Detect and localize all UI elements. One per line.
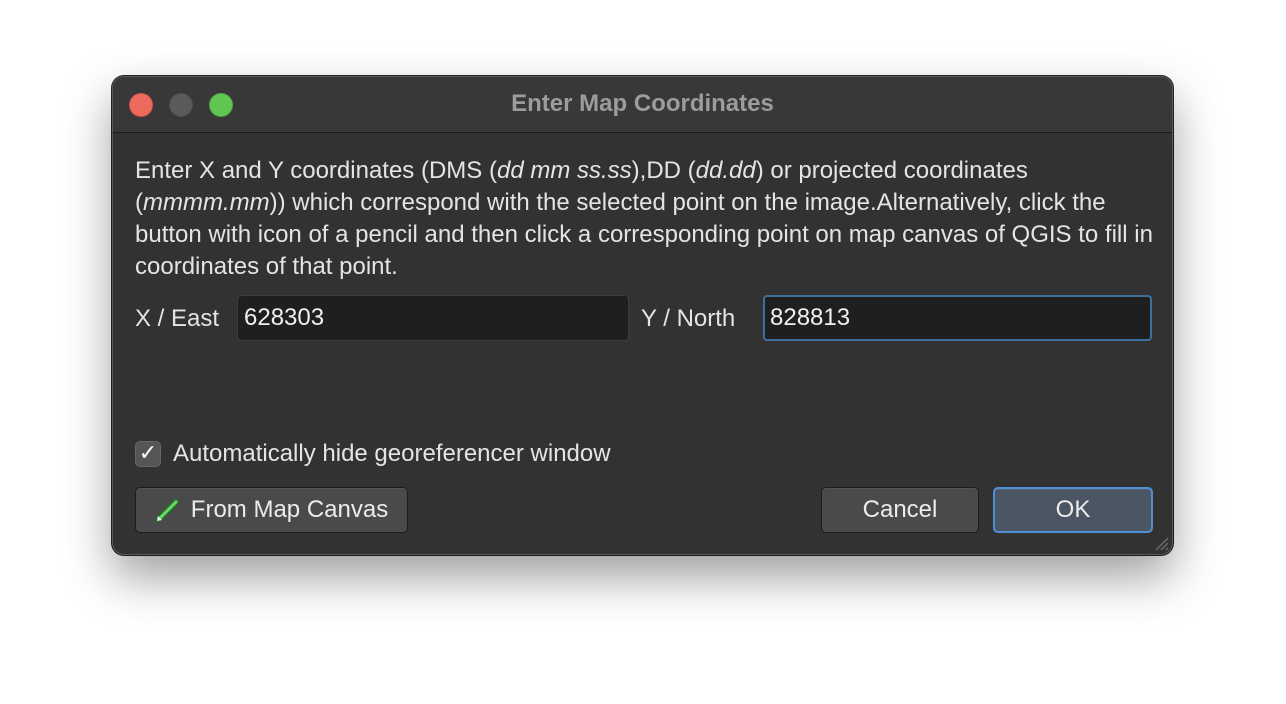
from-map-canvas-label: From Map Canvas xyxy=(190,496,389,523)
enter-map-coordinates-dialog: Enter Map Coordinates Enter X and Y coor… xyxy=(112,76,1173,555)
instructions-part-2: ),DD ( xyxy=(631,157,696,184)
y-north-input[interactable] xyxy=(763,295,1152,341)
auto-hide-checkbox[interactable]: ✓ xyxy=(135,441,161,467)
ok-label: OK xyxy=(1055,496,1091,523)
pencil-icon xyxy=(155,497,181,523)
instructions-text: Enter X and Y coordinates (DMS (dd mm ss… xyxy=(135,155,1155,283)
instructions-part-4: )) which correspond with the selected po… xyxy=(135,189,1153,280)
auto-hide-option[interactable]: ✓ Automatically hide georeferencer windo… xyxy=(135,439,611,469)
screen-background: Enter Map Coordinates Enter X and Y coor… xyxy=(0,0,1286,704)
projected-format-text: mmmm.mm xyxy=(143,189,270,216)
auto-hide-label: Automatically hide georeferencer window xyxy=(173,440,611,467)
instructions-part-1: Enter X and Y coordinates (DMS ( xyxy=(135,157,497,184)
ok-button[interactable]: OK xyxy=(993,487,1153,533)
y-north-label: Y / North xyxy=(641,305,736,332)
dd-format-text: dd.dd xyxy=(695,157,756,184)
resize-grip-icon[interactable] xyxy=(1150,532,1170,552)
title-bar[interactable]: Enter Map Coordinates xyxy=(113,77,1172,133)
checkmark-icon: ✓ xyxy=(138,441,158,466)
window-title: Enter Map Coordinates xyxy=(511,90,774,117)
x-east-input[interactable] xyxy=(237,295,629,341)
from-map-canvas-button[interactable]: From Map Canvas xyxy=(135,487,408,533)
x-east-label: X / East xyxy=(135,305,220,332)
cancel-button[interactable]: Cancel xyxy=(821,487,979,533)
dms-format-text: dd mm ss.ss xyxy=(496,157,632,184)
cancel-label: Cancel xyxy=(862,496,938,523)
